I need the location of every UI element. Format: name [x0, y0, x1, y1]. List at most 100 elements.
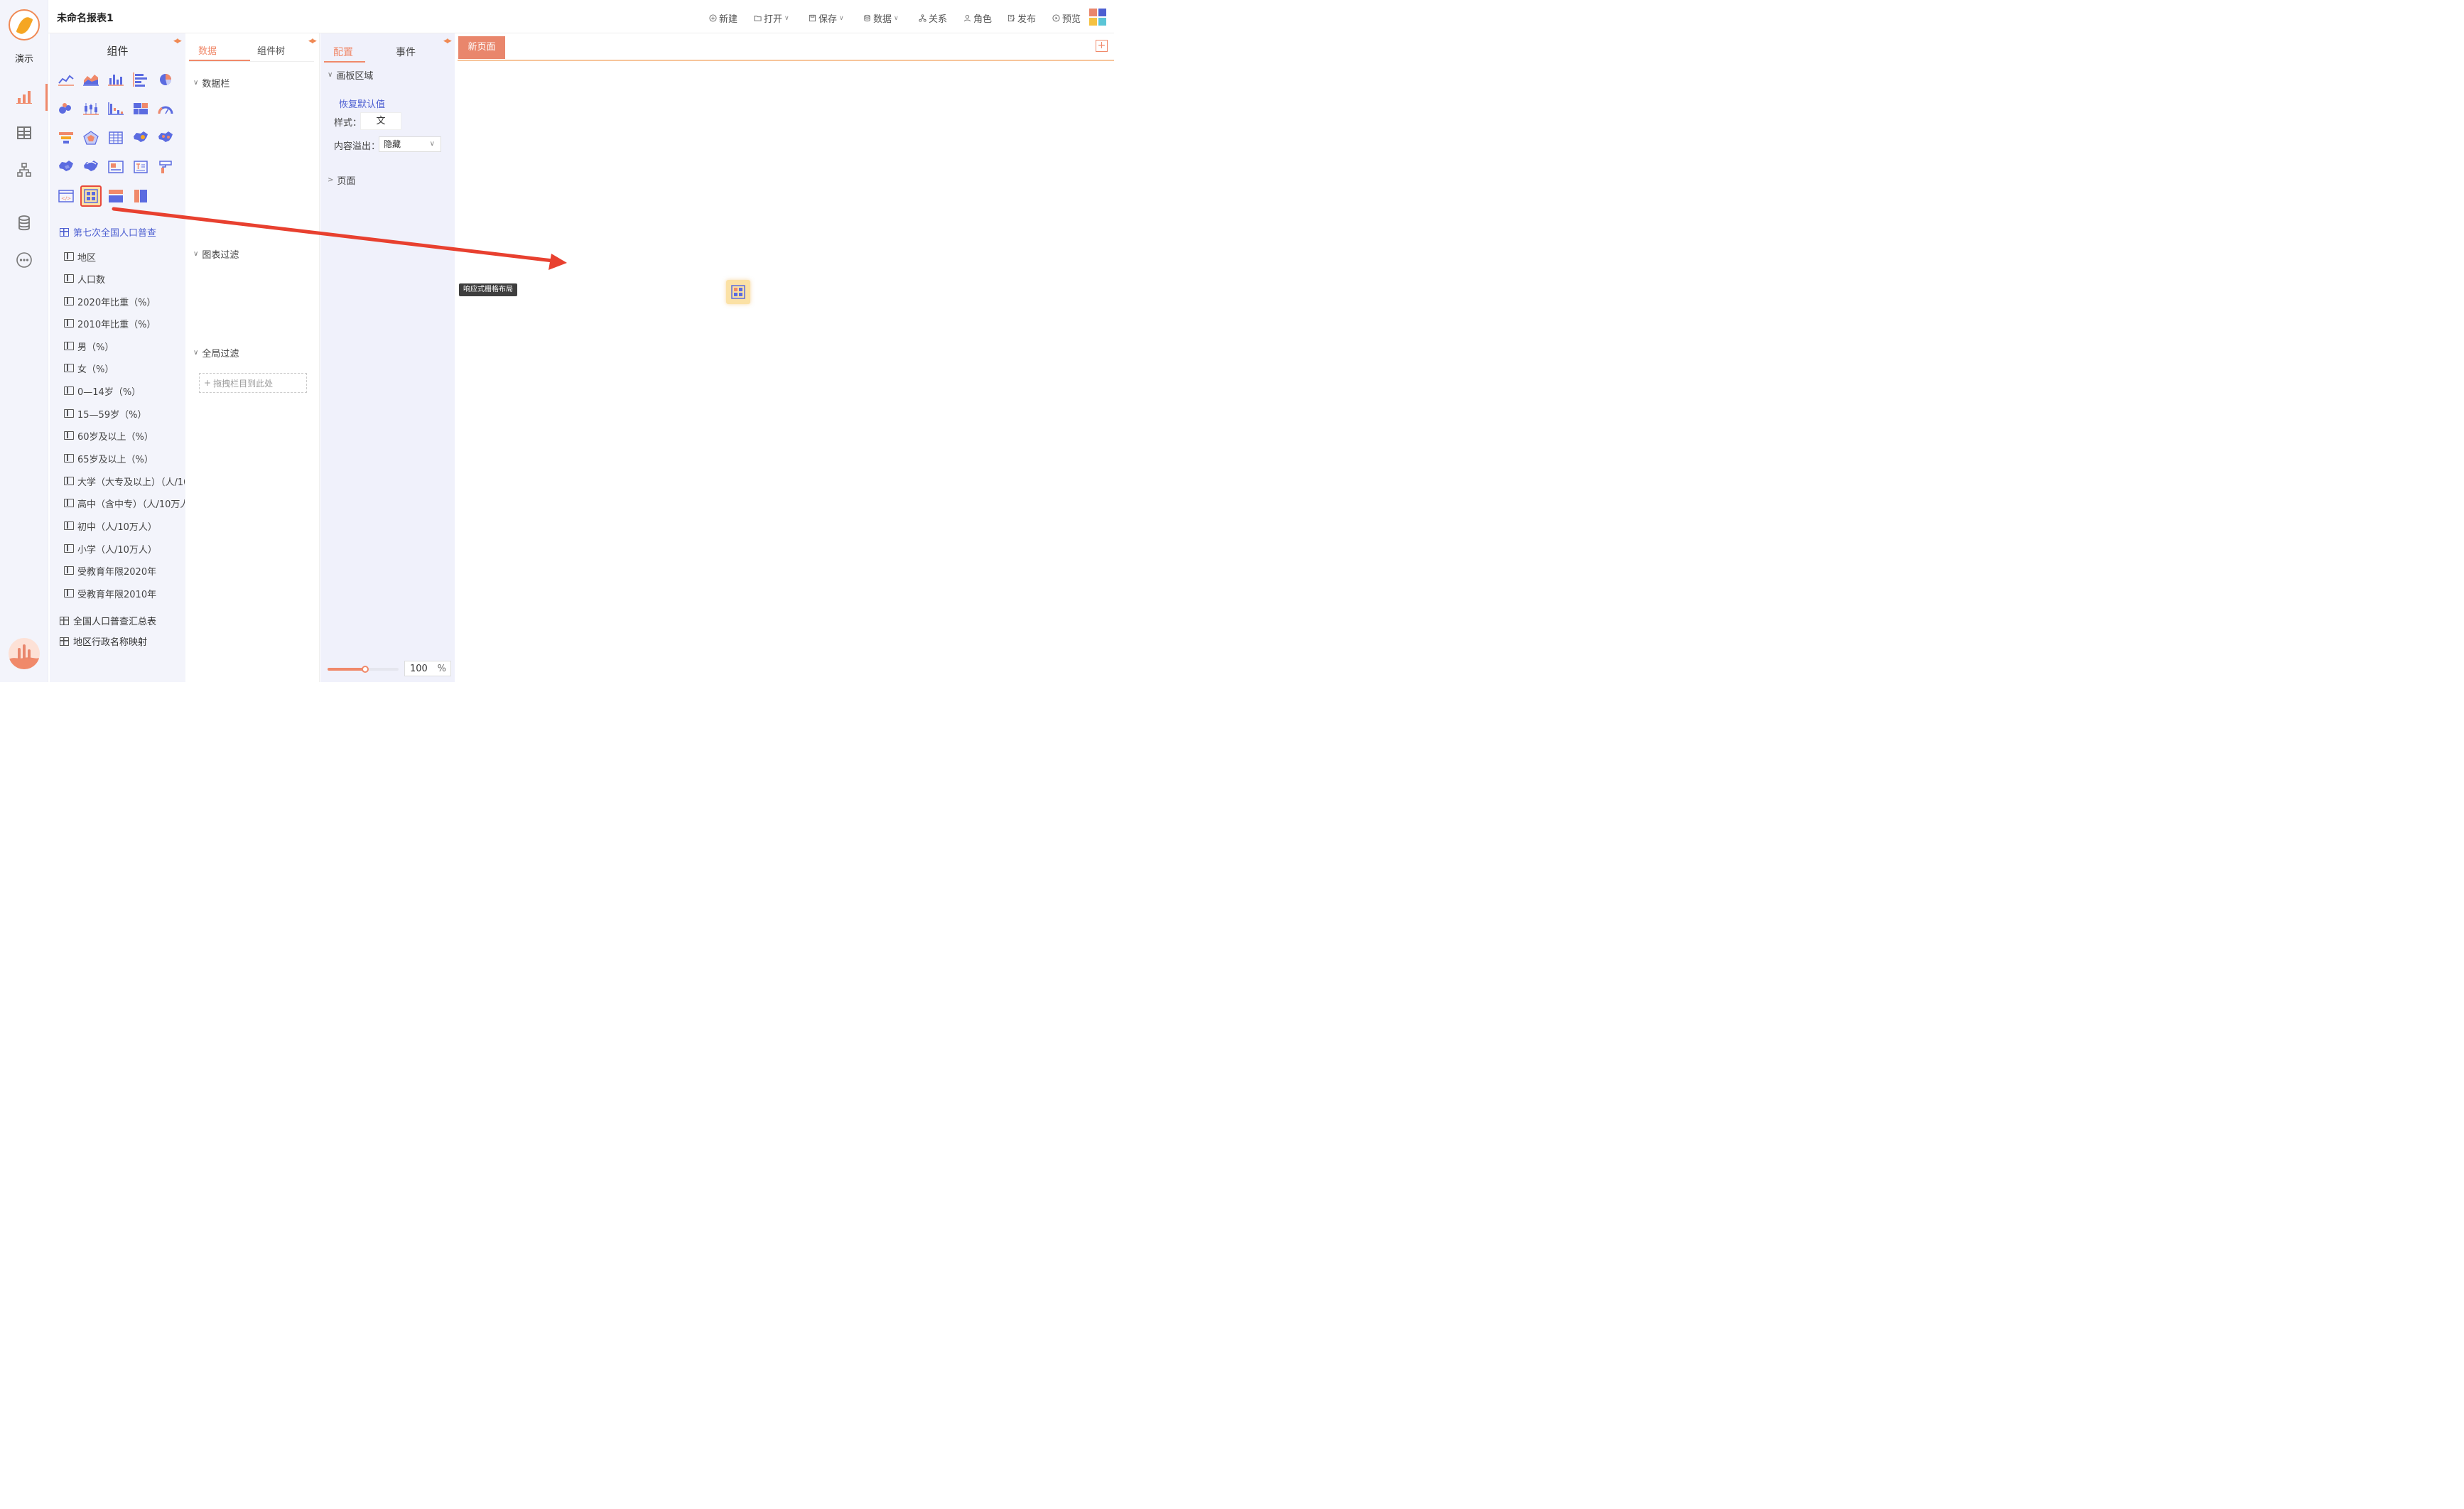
field-label: 初中（人/10万人）	[77, 521, 157, 533]
china-map-heat-icon[interactable]	[55, 156, 77, 178]
bubble-chart-icon[interactable]	[55, 98, 77, 119]
column-layout-icon[interactable]	[130, 185, 151, 207]
more-icon[interactable]	[16, 252, 33, 269]
save-button[interactable]: 保存 ∨	[809, 11, 844, 25]
area-chart-icon[interactable]	[80, 69, 102, 90]
add-page-icon[interactable]: +	[1096, 40, 1108, 52]
relation-icon	[919, 14, 926, 22]
filter-dropzone[interactable]: + 拖拽栏目到此处	[199, 373, 307, 393]
chevron-down-icon: ∨	[193, 250, 199, 258]
tab-component-tree[interactable]: 组件树	[257, 43, 285, 57]
collapse-toggle-icon[interactable]: ◀▶	[308, 38, 317, 45]
section-label: 全局过滤	[202, 349, 239, 359]
chevron-down-icon: ∨	[894, 14, 899, 22]
table-icon[interactable]	[16, 124, 33, 141]
collapse-toggle-icon[interactable]: ◀▶	[443, 38, 452, 45]
app-label: 演示	[14, 54, 33, 65]
field-item[interactable]: 65岁及以上（%）	[64, 450, 185, 466]
plus-icon: +	[204, 378, 212, 388]
zoom-slider-handle[interactable]	[362, 666, 369, 673]
active-tab-indicator	[324, 61, 365, 63]
zoom-slider[interactable]	[328, 666, 399, 673]
section-global-filter[interactable]: ∨ 全局过滤	[193, 346, 239, 359]
field-item[interactable]: 2020年比重（%）	[64, 293, 185, 309]
logo-icon[interactable]	[9, 9, 40, 40]
candlestick-icon[interactable]	[80, 98, 102, 119]
design-canvas[interactable]: 新页面 + 响应式栅格布局	[455, 33, 1114, 682]
html-embed-icon[interactable]: </>	[55, 185, 77, 207]
overflow-value: 隐藏	[384, 139, 401, 149]
text-card-icon[interactable]	[130, 156, 151, 178]
column-icon	[64, 342, 74, 350]
gauge-icon[interactable]	[155, 98, 176, 119]
responsive-grid-icon[interactable]	[80, 185, 102, 207]
section-page[interactable]: > 页面	[328, 173, 355, 187]
report-designer: 演示 未命名报表1 新建 打开 ∨ 保存 ∨ 数据 ∨ 关系 角色 发布 预览 …	[0, 0, 1114, 682]
tab-events[interactable]: 事件	[396, 45, 416, 59]
line-chart-icon[interactable]	[55, 69, 77, 90]
field-item[interactable]: 60岁及以上（%）	[64, 428, 185, 443]
relation-icon[interactable]	[16, 161, 33, 178]
field-item[interactable]: 2010年比重（%）	[64, 315, 185, 331]
data-menu-button[interactable]: 数据 ∨	[863, 11, 899, 25]
relation-button[interactable]: 关系	[919, 11, 947, 25]
field-label: 0—14岁（%）	[77, 386, 141, 398]
field-item[interactable]: 初中（人/10万人）	[64, 518, 185, 534]
open-button[interactable]: 打开 ∨	[754, 11, 789, 25]
section-canvas-area[interactable]: ∨ 画板区域	[328, 68, 373, 82]
field-item[interactable]: 地区	[64, 249, 185, 264]
field-label: 受教育年限2020年	[77, 566, 157, 578]
china-map-flow-icon[interactable]	[80, 156, 102, 178]
field-item[interactable]: 0—14岁（%）	[64, 383, 185, 399]
china-map-scatter-icon[interactable]	[155, 127, 176, 148]
top-toolbar: 未命名报表1 新建 打开 ∨ 保存 ∨ 数据 ∨ 关系 角色 发布 预览	[48, 0, 1114, 33]
preview-button[interactable]: 预览	[1052, 11, 1081, 25]
publish-button[interactable]: 发布	[1007, 11, 1036, 25]
chart-icon[interactable]	[16, 88, 33, 105]
field-label: 女（%）	[77, 364, 114, 375]
zoom-input[interactable]: 100 %	[404, 661, 451, 676]
app-grid-icon[interactable]	[1089, 9, 1106, 26]
table-grid-icon[interactable]	[105, 127, 126, 148]
overflow-select[interactable]: 隐藏 ∨	[379, 136, 441, 152]
china-map-icon[interactable]	[130, 127, 151, 148]
collapse-toggle-icon[interactable]: ◀▶	[173, 38, 182, 45]
column-icon	[64, 252, 74, 261]
field-item[interactable]: 15—59岁（%）	[64, 406, 185, 421]
new-button[interactable]: 新建	[709, 11, 737, 25]
field-item[interactable]: 受教育年限2010年	[64, 585, 185, 601]
tab-config[interactable]: 配置	[333, 45, 353, 59]
header-layout-icon[interactable]	[105, 185, 126, 207]
restore-default-link[interactable]: 恢复默认值	[339, 97, 385, 110]
field-item[interactable]: 受教育年限2020年	[64, 563, 185, 578]
tab-data[interactable]: 数据	[198, 43, 217, 57]
pie-chart-icon[interactable]	[155, 69, 176, 90]
dataset-item[interactable]: 全国人口普查汇总表	[60, 614, 156, 627]
horizontal-bar-icon[interactable]	[130, 69, 151, 90]
chevron-right-icon: >	[328, 176, 334, 184]
funnel-icon[interactable]	[55, 127, 77, 148]
radar-icon[interactable]	[80, 127, 102, 148]
dataset-item[interactable]: 第七次全国人口普查	[60, 225, 156, 239]
bar-chart-icon[interactable]	[105, 69, 126, 90]
section-chart-filter[interactable]: ∨ 图表过滤	[193, 247, 239, 261]
avatar-icon[interactable]	[9, 638, 40, 669]
field-item[interactable]: 小学（人/10万人）	[64, 541, 185, 556]
waterfall-icon[interactable]	[105, 98, 126, 119]
field-item[interactable]: 女（%）	[64, 360, 185, 376]
field-item[interactable]: 人口数	[64, 271, 185, 286]
column-icon	[64, 409, 74, 418]
field-item[interactable]: 高中（含中专）（人/10万人）	[64, 495, 185, 511]
dataset-item[interactable]: 地区行政名称映射	[60, 634, 147, 648]
page-tab[interactable]: 新页面	[458, 36, 505, 59]
treemap-icon[interactable]	[130, 98, 151, 119]
section-data-bar[interactable]: ∨ 数据栏	[193, 76, 229, 90]
field-item[interactable]: 男（%）	[64, 338, 185, 354]
database-icon[interactable]	[16, 215, 33, 232]
role-button[interactable]: 角色	[963, 11, 992, 25]
image-card-icon[interactable]	[105, 156, 126, 178]
report-title[interactable]: 未命名报表1	[57, 11, 114, 25]
style-picker[interactable]: 文	[360, 112, 401, 130]
filter-tool-icon[interactable]	[155, 156, 176, 178]
field-item[interactable]: 大学（大专及以上）（人/10万人）	[64, 473, 185, 489]
